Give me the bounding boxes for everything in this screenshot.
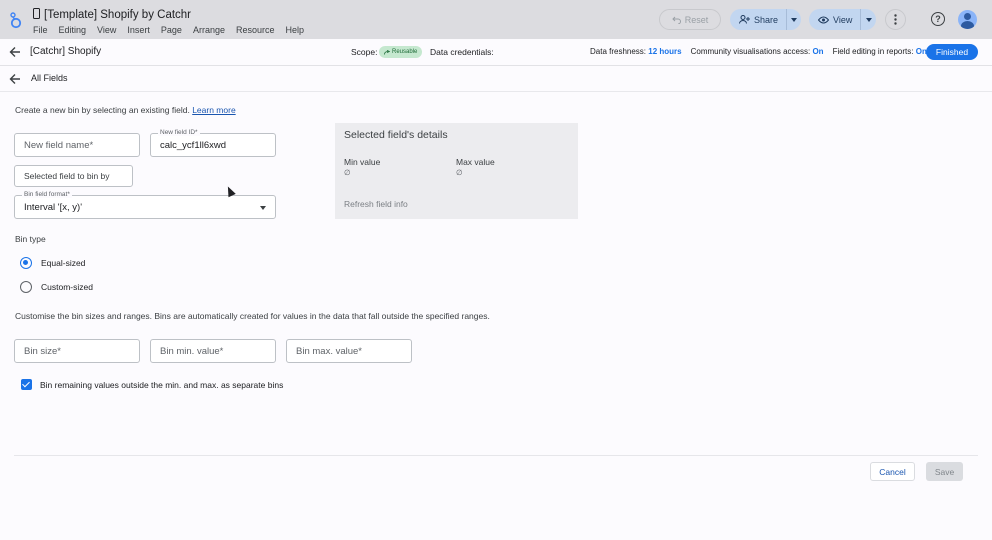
new-field-name-input[interactable]: New field name* <box>14 133 140 157</box>
bin-format-select[interactable]: Bin field format* Interval '[x, y)' <box>14 191 276 219</box>
add-person-icon <box>739 15 750 24</box>
share-button-group: Share <box>730 9 801 30</box>
data-credentials-label[interactable]: Data credentials: <box>430 47 494 57</box>
menu-file[interactable]: File <box>33 25 48 35</box>
view-button-group: View <box>809 9 876 30</box>
datasource-status: Data freshness: 12 hours Community visua… <box>590 47 927 56</box>
all-fields-bar: All Fields <box>0 66 992 92</box>
new-field-id-input[interactable]: New field ID* calc_ycf1ll6xwd <box>150 129 276 157</box>
reusable-badge[interactable]: Reusable <box>379 46 423 58</box>
field-editing-setting[interactable]: Field editing in reports: On <box>833 47 927 56</box>
all-fields-link[interactable]: All Fields <box>31 73 68 83</box>
community-access-setting[interactable]: Community visualisations access: On <box>691 47 824 56</box>
selected-field-picker[interactable]: Selected field to bin by <box>14 165 133 187</box>
caret-down-icon <box>791 17 798 22</box>
menu-editing[interactable]: Editing <box>59 25 87 35</box>
scope-label: Scope: <box>351 47 378 57</box>
menu-arrange[interactable]: Arrange <box>193 25 225 35</box>
report-title[interactable]: [Template] Shopify by Catchr <box>33 8 191 21</box>
bin-remaining-checkbox[interactable]: Bin remaining values outside the min. an… <box>21 379 283 390</box>
avatar-body <box>961 21 974 29</box>
freshness-setting[interactable]: Data freshness: 12 hours <box>590 47 682 56</box>
back-arrow-icon[interactable] <box>9 46 21 58</box>
footer-divider <box>14 455 978 456</box>
save-button[interactable]: Save <box>926 462 963 481</box>
intro-text: Create a new bin by selecting an existin… <box>15 105 236 115</box>
dropdown-caret-icon <box>260 206 266 210</box>
share-button[interactable]: Share <box>730 9 788 30</box>
menu-help[interactable]: Help <box>286 25 305 35</box>
radio-unselected-icon <box>20 281 32 293</box>
menu-resource[interactable]: Resource <box>236 25 275 35</box>
min-value: ∅ <box>344 168 351 177</box>
looker-studio-logo-icon[interactable] <box>8 11 24 29</box>
menu-page[interactable]: Page <box>161 25 182 35</box>
help-icon[interactable]: ? <box>931 12 945 26</box>
back-arrow-icon[interactable] <box>9 73 21 85</box>
max-value-label: Max value <box>456 157 495 167</box>
details-title: Selected field's details <box>344 129 448 141</box>
user-avatar[interactable] <box>958 10 977 29</box>
app-header: [Template] Shopify by Catchr File Editin… <box>0 0 992 39</box>
menu-bar: File Editing View Insert Page Arrange Re… <box>33 25 304 35</box>
bin-type-equal-radio[interactable]: Equal-sized <box>20 257 85 269</box>
view-button[interactable]: View <box>809 9 862 30</box>
more-options-button[interactable] <box>885 9 906 30</box>
menu-view[interactable]: View <box>97 25 116 35</box>
finished-button[interactable]: Finished <box>926 44 978 60</box>
cancel-button[interactable]: Cancel <box>870 462 915 481</box>
max-value: ∅ <box>456 168 463 177</box>
bin-type-custom-radio[interactable]: Custom-sized <box>20 281 93 293</box>
learn-more-link[interactable]: Learn more <box>192 105 235 115</box>
bin-size-input[interactable]: Bin size* <box>14 339 140 363</box>
reset-button[interactable]: Reset <box>659 9 721 30</box>
undo-icon <box>672 16 681 24</box>
bin-type-label: Bin type <box>15 234 46 244</box>
mobile-phone-icon <box>33 8 40 19</box>
datasource-name: [Catchr] Shopify <box>30 46 102 57</box>
min-value-label: Min value <box>344 157 381 167</box>
radio-selected-icon <box>20 257 32 269</box>
bin-min-value-input[interactable]: Bin min. value* <box>150 339 276 363</box>
bin-max-value-input[interactable]: Bin max. value* <box>286 339 412 363</box>
share-dropdown-button[interactable] <box>787 17 801 22</box>
checkbox-checked-icon <box>21 379 32 390</box>
refresh-field-info-button[interactable]: Refresh field info <box>344 199 408 209</box>
caret-down-icon <box>865 17 872 22</box>
share-arrow-icon <box>384 49 390 55</box>
more-vert-icon <box>894 14 897 25</box>
eye-icon <box>818 16 829 23</box>
view-dropdown-button[interactable] <box>861 17 876 22</box>
customise-help-text: Customise the bin sizes and ranges. Bins… <box>15 311 490 321</box>
datasource-bar: [Catchr] Shopify Scope: Reusable Data cr… <box>0 39 992 66</box>
avatar-head <box>964 13 971 20</box>
menu-insert[interactable]: Insert <box>127 25 150 35</box>
selected-field-details-panel: Selected field's details Min value ∅ Max… <box>335 123 578 219</box>
